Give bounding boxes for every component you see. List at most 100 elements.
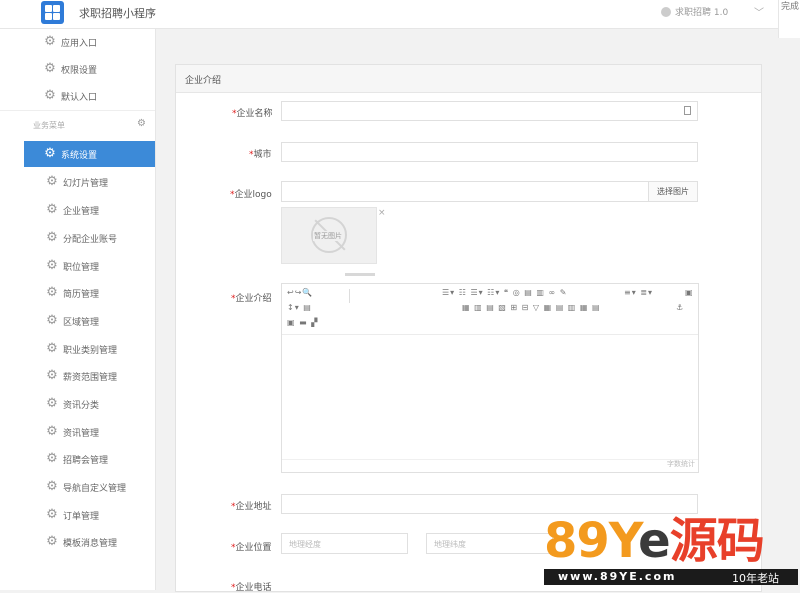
gear-icon: ⚙ <box>46 341 58 356</box>
sidebar-item-label: 企业管理 <box>63 207 100 217</box>
gear-icon: ⚙ <box>46 424 58 439</box>
anchor-icon[interactable]: ⚓ <box>676 303 684 312</box>
longitude-placeholder: 地理经度 <box>289 540 321 549</box>
sidebar-item-orders[interactable]: ⚙ 订单管理 <box>0 502 155 528</box>
sidebar-item-app-entry[interactable]: ⚙ 应用入口 <box>0 29 155 55</box>
phone-label: *企业电话 <box>231 583 272 593</box>
line-height-icon[interactable]: ↕▾ ▤ <box>287 303 312 312</box>
address-label: *企业地址 <box>231 502 272 512</box>
sidebar-item-assign-accounts[interactable]: ⚙ 分配企业账号 <box>0 225 155 251</box>
sidebar-item-label: 职业类别管理 <box>63 346 118 356</box>
sidebar-item-label: 模板消息管理 <box>63 539 118 549</box>
sidebar-item-label: 薪资范围管理 <box>63 373 118 383</box>
intro-rich-editor[interactable]: ↩↪🔍 ☰▾ ☷ ☰▾ ☷▾ ❝ ◎ ▤ ▥ ∞ ✎ ≡▾ ≣▾ ▣ ↕▾ ▤ … <box>281 283 699 473</box>
panel-title: 企业介绍 <box>185 76 222 86</box>
sidebar-item-label: 默认入口 <box>61 93 98 103</box>
sidebar-item-label: 资讯分类 <box>63 401 100 411</box>
section-settings-icon[interactable]: ⚙ <box>137 118 146 129</box>
gear-icon: ⚙ <box>46 258 58 273</box>
address-input[interactable] <box>281 494 698 514</box>
sidebar-item-label: 分配企业账号 <box>63 235 118 245</box>
watermark: 89Ye源码 www.89YE.com 10年老站 <box>540 513 800 590</box>
format-list-icons[interactable]: ☰▾ ☷ ☰▾ ☷▾ ❝ ◎ ▤ ▥ ∞ ✎ <box>442 288 567 297</box>
gear-icon: ⚙ <box>46 534 58 549</box>
latitude-input[interactable]: 地理纬度 <box>426 533 553 554</box>
editor-status-line <box>282 459 698 460</box>
sidebar-item-label: 幻灯片管理 <box>63 179 109 189</box>
panel-header: 企业介绍 <box>176 65 761 93</box>
align-icons[interactable]: ≡▾ ≣▾ <box>624 288 653 297</box>
gear-icon: ⚙ <box>46 174 58 189</box>
location-label: *企业位置 <box>231 543 272 553</box>
gear-icon: ⚙ <box>44 61 56 76</box>
sidebar-item-label: 权限设置 <box>61 66 98 76</box>
sidebar-item-job-categories[interactable]: ⚙ 职业类别管理 <box>0 336 155 362</box>
sidebar-divider <box>0 110 155 111</box>
table-icons[interactable]: ▦ ▥ ▤ ▧ ⊞ ⊟ ▽ ▦ ▤ ▥ ▦ ▤ <box>462 303 601 312</box>
gear-icon: ⚙ <box>44 146 56 161</box>
logo-label: *企业logo <box>230 190 272 200</box>
sidebar-item-label: 简历管理 <box>63 290 100 300</box>
watermark-site: www.89YE.com <box>558 570 677 583</box>
longitude-input[interactable]: 地理经度 <box>281 533 408 554</box>
watermark-strip: www.89YE.com 10年老站 <box>544 569 798 585</box>
no-image-text: 暂无图片 <box>313 231 343 241</box>
sidebar-item-permissions[interactable]: ⚙ 权限设置 <box>0 56 155 82</box>
intro-label: *企业介绍 <box>231 294 272 304</box>
media-icons[interactable]: ▣ ▬ ▞ <box>287 318 318 327</box>
latitude-placeholder: 地理纬度 <box>434 540 466 549</box>
app-grid-icon[interactable] <box>41 1 64 24</box>
sidebar-item-label: 招聘会管理 <box>63 456 109 466</box>
choose-image-button[interactable]: 选择图片 <box>648 181 698 202</box>
fullscreen-icon[interactable]: ▣ <box>685 288 694 297</box>
gear-icon: ⚙ <box>46 202 58 217</box>
gear-icon: ⚙ <box>46 313 58 328</box>
sidebar: ⚙ 应用入口 ⚙ 权限设置 ⚙ 默认入口 业务菜单 ⚙ ⚙ 系统设置 ⚙ 幻灯片… <box>0 29 156 590</box>
account-switcher[interactable]: 求职招聘 1.0 <box>661 5 728 18</box>
sidebar-item-label: 资讯管理 <box>63 429 100 439</box>
sidebar-item-salary-ranges[interactable]: ⚙ 薪资范围管理 <box>0 363 155 389</box>
close-icon[interactable]: × <box>378 208 386 218</box>
watermark-logo: 89Ye源码 <box>544 513 765 569</box>
field-menu-icon[interactable] <box>684 106 691 115</box>
sidebar-item-news[interactable]: ⚙ 资讯管理 <box>0 419 155 445</box>
toolbar-divider <box>339 289 350 303</box>
sidebar-item-label: 职位管理 <box>63 263 100 273</box>
resize-handle[interactable] <box>345 273 375 276</box>
finish-button[interactable]: 完成 <box>778 0 800 38</box>
sidebar-item-slides[interactable]: ⚙ 幻灯片管理 <box>0 169 155 195</box>
city-label: *城市 <box>249 150 272 160</box>
sidebar-section-label: 业务菜单 <box>33 121 65 130</box>
sidebar-item-news-categories[interactable]: ⚙ 资讯分类 <box>0 391 155 417</box>
gear-icon: ⚙ <box>46 451 58 466</box>
sidebar-item-companies[interactable]: ⚙ 企业管理 <box>0 197 155 223</box>
sidebar-item-custom-nav[interactable]: ⚙ 导航自定义管理 <box>0 474 155 500</box>
editor-toolbar: ↩↪🔍 ☰▾ ☷ ☰▾ ☷▾ ❝ ◎ ▤ ▥ ∞ ✎ ≡▾ ≣▾ ▣ ↕▾ ▤ … <box>282 284 698 335</box>
logo-url-input[interactable] <box>281 181 649 202</box>
account-avatar-icon <box>661 6 671 17</box>
sidebar-item-template-messages[interactable]: ⚙ 模板消息管理 <box>0 529 155 555</box>
logo-preview: 暂无图片 <box>281 207 377 264</box>
top-bar: 求职招聘小程序 求职招聘 1.0 ﹀ <box>0 0 800 29</box>
gear-icon: ⚙ <box>46 479 58 494</box>
sidebar-item-job-fairs[interactable]: ⚙ 招聘会管理 <box>0 446 155 472</box>
sidebar-item-jobs[interactable]: ⚙ 职位管理 <box>0 253 155 279</box>
chevron-down-icon[interactable]: ﹀ <box>754 4 764 19</box>
gear-icon: ⚙ <box>46 507 58 522</box>
company-name-input[interactable] <box>281 101 698 121</box>
sidebar-item-label: 系统设置 <box>61 151 98 161</box>
sidebar-item-resumes[interactable]: ⚙ 简历管理 <box>0 280 155 306</box>
source-code-icon[interactable]: ↩↪🔍 <box>287 288 313 297</box>
sidebar-item-label: 应用入口 <box>61 39 98 49</box>
gear-icon: ⚙ <box>46 230 58 245</box>
char-count: 字数统计 <box>667 460 695 468</box>
sidebar-item-default-entry[interactable]: ⚙ 默认入口 <box>0 83 155 109</box>
gear-icon: ⚙ <box>46 396 58 411</box>
city-input[interactable] <box>281 142 698 162</box>
sidebar-item-system-settings[interactable]: ⚙ 系统设置 <box>24 141 155 167</box>
gear-icon: ⚙ <box>44 34 56 49</box>
sidebar-item-regions[interactable]: ⚙ 区域管理 <box>0 308 155 334</box>
gear-icon: ⚙ <box>46 285 58 300</box>
sidebar-item-label: 区域管理 <box>63 318 100 328</box>
app-title: 求职招聘小程序 <box>79 7 156 20</box>
